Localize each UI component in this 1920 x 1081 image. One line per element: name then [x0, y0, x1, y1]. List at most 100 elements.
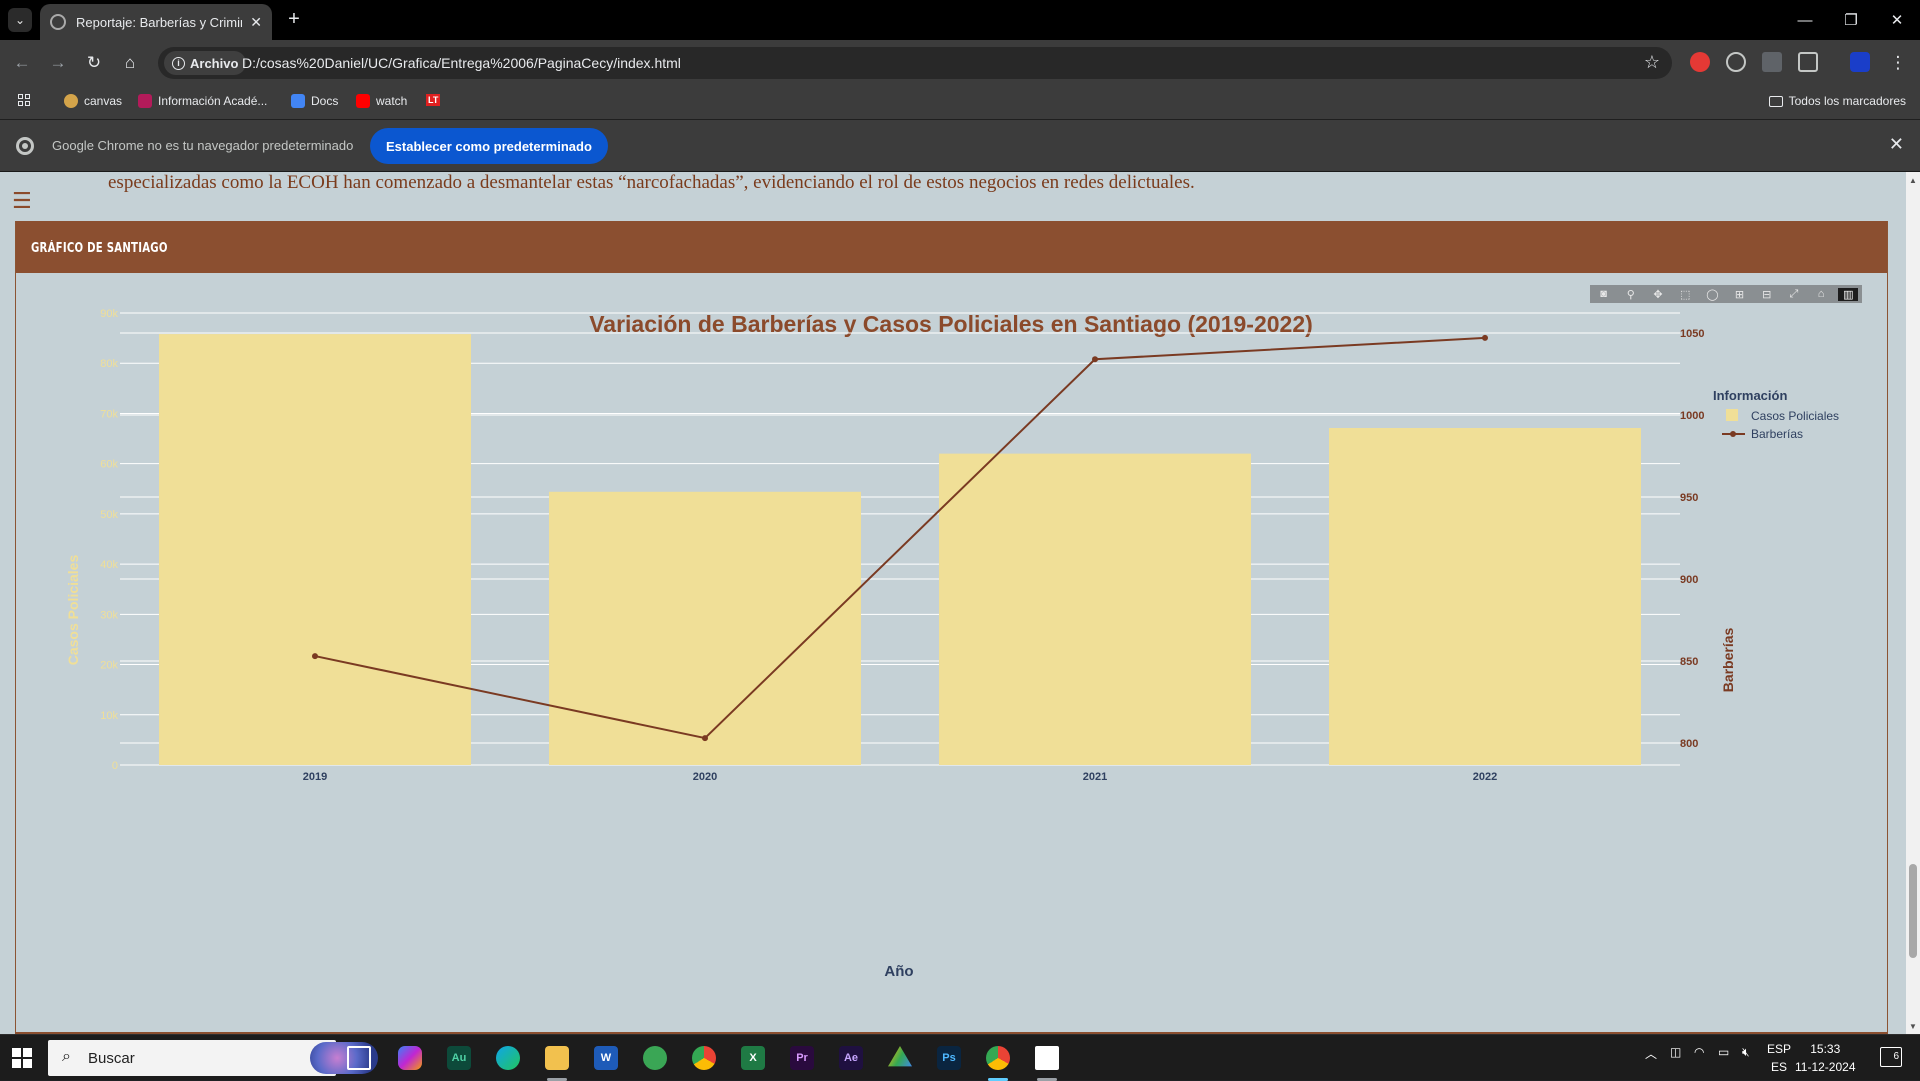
- lt-icon: LT: [426, 94, 441, 106]
- y-tick-label: 40k: [100, 559, 118, 571]
- battery-icon[interactable]: ▭: [1718, 1045, 1729, 1059]
- scroll-thumb[interactable]: [1909, 864, 1917, 958]
- info-icon: i: [172, 56, 185, 70]
- excel-icon[interactable]: X: [741, 1046, 765, 1070]
- bookmark-informacion[interactable]: Información Acadé...: [138, 94, 267, 108]
- legend: Información Casos Policiales Barberías: [1713, 388, 1839, 441]
- back-button[interactable]: ←: [10, 51, 34, 75]
- bookmark-watch[interactable]: watch: [356, 94, 407, 108]
- bar-2022[interactable]: [1329, 428, 1641, 765]
- tab-search-button[interactable]: ⌄: [8, 8, 32, 32]
- docs-icon: [291, 94, 305, 108]
- profile-avatar[interactable]: [1850, 52, 1870, 72]
- task-view-icon[interactable]: [347, 1046, 371, 1070]
- address-bar[interactable]: i Archivo D:/cosas%20Daniel/UC/Grafica/E…: [158, 47, 1672, 79]
- forward-button[interactable]: →: [46, 51, 70, 75]
- restore-button[interactable]: ❐: [1828, 0, 1874, 40]
- line-point-2020[interactable]: [702, 735, 708, 742]
- language-indicator[interactable]: ESP ES: [1767, 1040, 1791, 1076]
- utorrent-icon[interactable]: [643, 1046, 667, 1070]
- home-button[interactable]: ⌂: [118, 51, 142, 75]
- line-point-2019[interactable]: [312, 653, 318, 660]
- notification-icon[interactable]: 6: [1880, 1047, 1902, 1067]
- new-tab-button[interactable]: +: [282, 8, 306, 32]
- taskbar-search[interactable]: ⌕ Buscar: [48, 1040, 378, 1076]
- y-axis-ticks: 0 10k 20k 30k 40k 50k 60k 70k 80k 90k: [100, 308, 118, 772]
- apps-grid-icon[interactable]: [18, 94, 30, 106]
- y-tick-label: 70k: [100, 408, 118, 420]
- bookmark-star-icon[interactable]: ☆: [1644, 52, 1660, 73]
- search-icon: ⌕: [62, 1048, 71, 1065]
- y-tick-label: 10k: [100, 710, 118, 722]
- close-window-button[interactable]: ✕: [1874, 0, 1920, 40]
- puzzle-icon[interactable]: [1798, 52, 1818, 72]
- set-default-button[interactable]: Establecer como predeterminado: [370, 128, 608, 164]
- grammarly-icon[interactable]: [1726, 52, 1746, 72]
- tray-chevron-icon[interactable]: ︿: [1645, 1045, 1657, 1062]
- volume-muted-icon[interactable]: 🔇︎: [1742, 1045, 1750, 1060]
- meet-icon[interactable]: ◫: [1670, 1045, 1681, 1059]
- snipping-tool-icon[interactable]: [1035, 1046, 1059, 1070]
- site-info-chip[interactable]: i Archivo: [164, 51, 247, 75]
- y2-axis-label: Barberías: [1720, 627, 1736, 692]
- y2-axis-ticks: 800 850 900 950 1000 1050: [1680, 328, 1704, 750]
- y2-tick-label: 850: [1680, 656, 1698, 668]
- bar-2021[interactable]: [939, 453, 1251, 765]
- page-scrollbar[interactable]: ▲ ▼: [1906, 172, 1920, 1034]
- copilot-icon[interactable]: [398, 1046, 422, 1070]
- photoshop-icon[interactable]: Ps: [937, 1046, 961, 1070]
- wifi-icon[interactable]: ◠: [1694, 1045, 1704, 1059]
- legend-label-barberias: Barberías: [1751, 427, 1803, 441]
- browser-toolbar: ← → ↻ ⌂ i Archivo D:/cosas%20Daniel/UC/G…: [0, 40, 1920, 86]
- infobar-close-icon[interactable]: ✕: [1889, 134, 1904, 155]
- windows-start-icon[interactable]: [12, 1048, 32, 1068]
- word-icon[interactable]: W: [594, 1046, 618, 1070]
- bookmark-lt[interactable]: LT: [426, 94, 441, 106]
- scroll-down-arrow[interactable]: ▼: [1909, 1022, 1917, 1031]
- legend-label-casos: Casos Policiales: [1751, 409, 1839, 423]
- premiere-icon[interactable]: Pr: [790, 1046, 814, 1070]
- clock-date: 11-12-2024: [1795, 1060, 1856, 1074]
- chrome-active-icon[interactable]: [986, 1046, 1010, 1070]
- y-tick-label: 20k: [100, 660, 118, 672]
- after-effects-icon[interactable]: Ae: [839, 1046, 863, 1070]
- legend-item-casos[interactable]: Casos Policiales: [1726, 409, 1839, 423]
- canvas-icon: [64, 94, 78, 108]
- y2-tick-label: 900: [1680, 574, 1698, 586]
- browser-tab[interactable]: Reportaje: Barberías y Criminalid ✕: [40, 4, 272, 40]
- y-axis-label: Casos Policiales: [65, 555, 81, 666]
- y2-tick-label: 800: [1680, 738, 1698, 750]
- bookmark-docs[interactable]: Docs: [291, 94, 338, 108]
- file-explorer-icon[interactable]: [545, 1046, 569, 1070]
- x-tick-label: 2020: [693, 771, 717, 783]
- scroll-up-arrow[interactable]: ▲: [1909, 176, 1917, 185]
- extension-icon[interactable]: [1762, 52, 1782, 72]
- reload-button[interactable]: ↻: [82, 51, 106, 75]
- bookmark-canvas[interactable]: canvas: [64, 94, 122, 108]
- chrome-taskbar-icon[interactable]: [692, 1046, 716, 1070]
- legend-item-barberias[interactable]: Barberías: [1722, 427, 1803, 441]
- y-tick-label: 30k: [100, 609, 118, 621]
- audition-icon[interactable]: Au: [447, 1046, 471, 1070]
- tab-title: Reportaje: Barberías y Criminalid: [76, 14, 242, 30]
- y2-tick-label: 1050: [1680, 328, 1704, 340]
- bar-2019[interactable]: [159, 334, 471, 765]
- windows-taskbar: ⌕ Buscar Au W X Pr Ae Ps ︿ ◫ ◠ ▭ 🔇︎ ESP E…: [0, 1034, 1920, 1081]
- x-tick-label: 2022: [1473, 771, 1497, 783]
- bar-2020[interactable]: [549, 491, 861, 765]
- menu-kebab-icon[interactable]: ⋮: [1886, 51, 1910, 75]
- url-text[interactable]: D:/cosas%20Daniel/UC/Grafica/Entrega%200…: [242, 55, 681, 71]
- clock[interactable]: 15:33 11-12-2024: [1795, 1040, 1856, 1076]
- line-point-2022[interactable]: [1482, 334, 1488, 341]
- extension-red-icon[interactable]: [1690, 52, 1710, 72]
- all-bookmarks-label: Todos los marcadores: [1788, 94, 1906, 108]
- all-bookmarks[interactable]: Todos los marcadores: [1768, 94, 1906, 108]
- close-tab-icon[interactable]: ✕: [250, 14, 262, 31]
- y-tick-label: 90k: [100, 308, 118, 320]
- site-info-label: Archivo: [190, 55, 239, 71]
- line-point-2021[interactable]: [1092, 356, 1098, 363]
- minimize-button[interactable]: —: [1782, 0, 1828, 40]
- default-browser-infobar: Google Chrome no es tu navegador predete…: [0, 120, 1920, 172]
- edge-icon[interactable]: [496, 1046, 520, 1070]
- google-drive-icon[interactable]: [888, 1046, 912, 1067]
